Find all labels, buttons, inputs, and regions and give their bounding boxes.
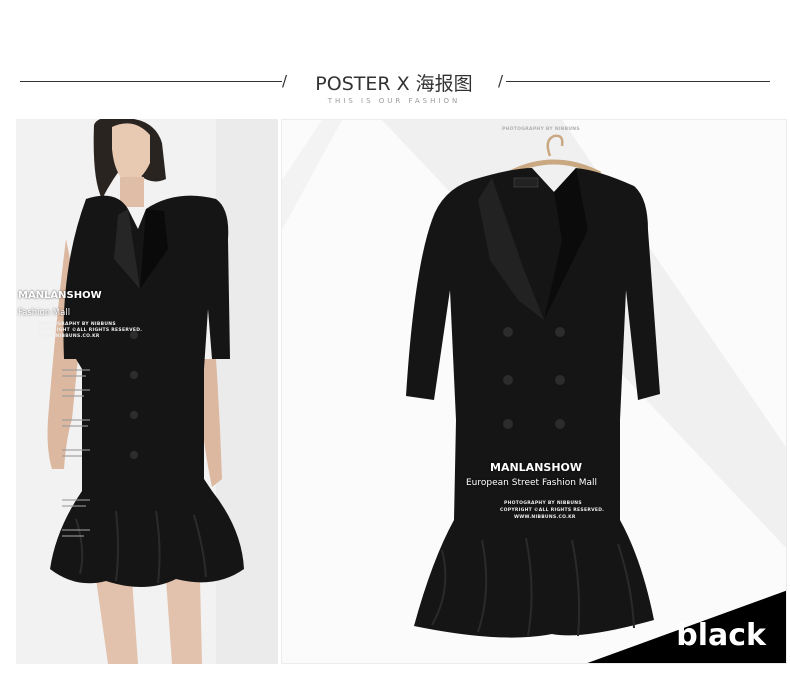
model-photo-panel: MANLANSHOW Fashion Mall PHOTOGRAPHY BY N…: [16, 119, 278, 664]
header-rule-right: [506, 81, 770, 82]
watermark-copyright: COPYRIGHT ©ALL RIGHTS RESERVED.: [38, 328, 143, 333]
page-subtitle: THIS IS OUR FASHION: [327, 97, 461, 105]
product-photo-panel: PHOTOGRAPHY BY NIBBUNS MANLANSHOW Europe…: [281, 119, 787, 664]
model-photo: [16, 119, 278, 664]
watermark-tagline: Fashion Mall: [18, 308, 71, 318]
header-slash-right: /: [498, 72, 504, 90]
watermark-credit: PHOTOGRAPHY BY NIBBUNS: [38, 322, 116, 327]
color-label: black: [676, 618, 766, 653]
watermark-copyright-center: COPYRIGHT ©ALL RIGHTS RESERVED.: [500, 508, 605, 513]
page-title: POSTER X 海报图: [315, 73, 473, 95]
watermark-tagline-center: European Street Fashion Mall: [466, 478, 598, 488]
watermark-brand-center: MANLANSHOW: [490, 461, 583, 474]
header-rule-left: [20, 81, 282, 82]
header-slash-left: /: [282, 72, 288, 90]
watermark-site: WWW.NIBBUNS.CO.KR: [38, 334, 100, 339]
watermark-credit-top: PHOTOGRAPHY BY NIBBUNS: [502, 127, 580, 132]
watermark-credit-center: PHOTOGRAPHY BY NIBBUNS: [504, 501, 582, 506]
watermark-site-center: WWW.NIBBUNS.CO.KR: [514, 515, 576, 520]
product-photo: [282, 120, 786, 663]
watermark-brand: MANLANSHOW: [18, 290, 102, 301]
